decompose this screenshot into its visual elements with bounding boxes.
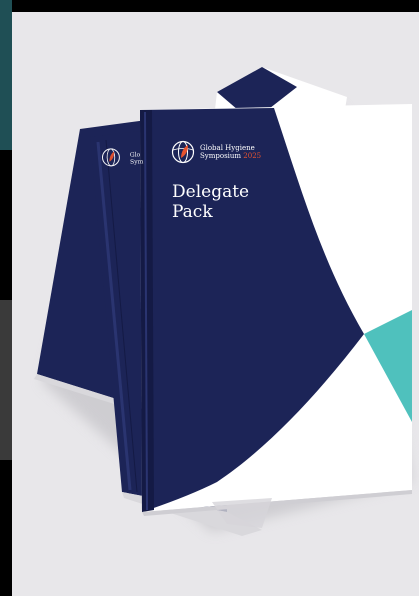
front-booklet-org-name: Global Hygiene Symposium 2025 — [200, 144, 262, 160]
left-edge-panel-top — [0, 0, 12, 150]
back-booklet-logo: Glo Sym — [100, 145, 144, 172]
left-edge-panel-middle — [0, 300, 12, 460]
photo-stage: Glo Sym Global Hygiene Symposium 2025 De… — [12, 12, 419, 596]
back-booklet-org-name: Glo Sym — [129, 151, 144, 166]
booklet-front — [140, 104, 412, 528]
booklets-illustration — [34, 67, 412, 536]
booklet-title: Delegate Pack — [172, 182, 250, 222]
globe-logo-icon — [100, 146, 127, 173]
globe-logo-icon — [170, 139, 196, 165]
front-booklet-logo: Global Hygiene Symposium 2025 — [170, 139, 261, 165]
event-year: 2025 — [243, 152, 262, 160]
